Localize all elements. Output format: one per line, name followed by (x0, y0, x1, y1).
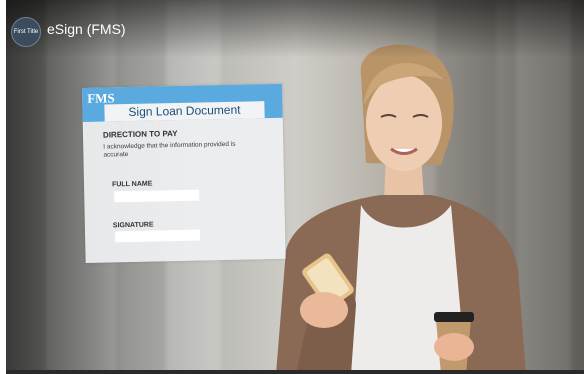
form-header: FMS Sign Loan Document (82, 83, 283, 122)
signature-label: SIGNATURE (112, 221, 154, 230)
video-title[interactable]: eSign (FMS) (47, 21, 126, 37)
player-bottom-bar (6, 370, 584, 374)
form-title: Sign Loan Document (104, 101, 265, 122)
full-name-field (114, 189, 200, 203)
signature-field (115, 229, 201, 243)
woman-with-phone-image (276, 44, 526, 374)
video-title-bar: First Title eSign (FMS) (6, 0, 584, 58)
channel-avatar[interactable]: First Title (11, 17, 41, 47)
channel-logo-text: First Title (13, 29, 39, 35)
acknowledgement-text: I acknowledge that the information provi… (103, 140, 236, 159)
full-name-label: FULL NAME (111, 180, 153, 189)
esign-form-overlay: FMS Sign Loan Document DIRECTION TO PAY … (82, 83, 286, 263)
video-player[interactable]: First Title eSign (FMS) FMS Sign Loan Do… (6, 0, 584, 374)
form-section-heading: DIRECTION TO PAY (102, 129, 178, 140)
